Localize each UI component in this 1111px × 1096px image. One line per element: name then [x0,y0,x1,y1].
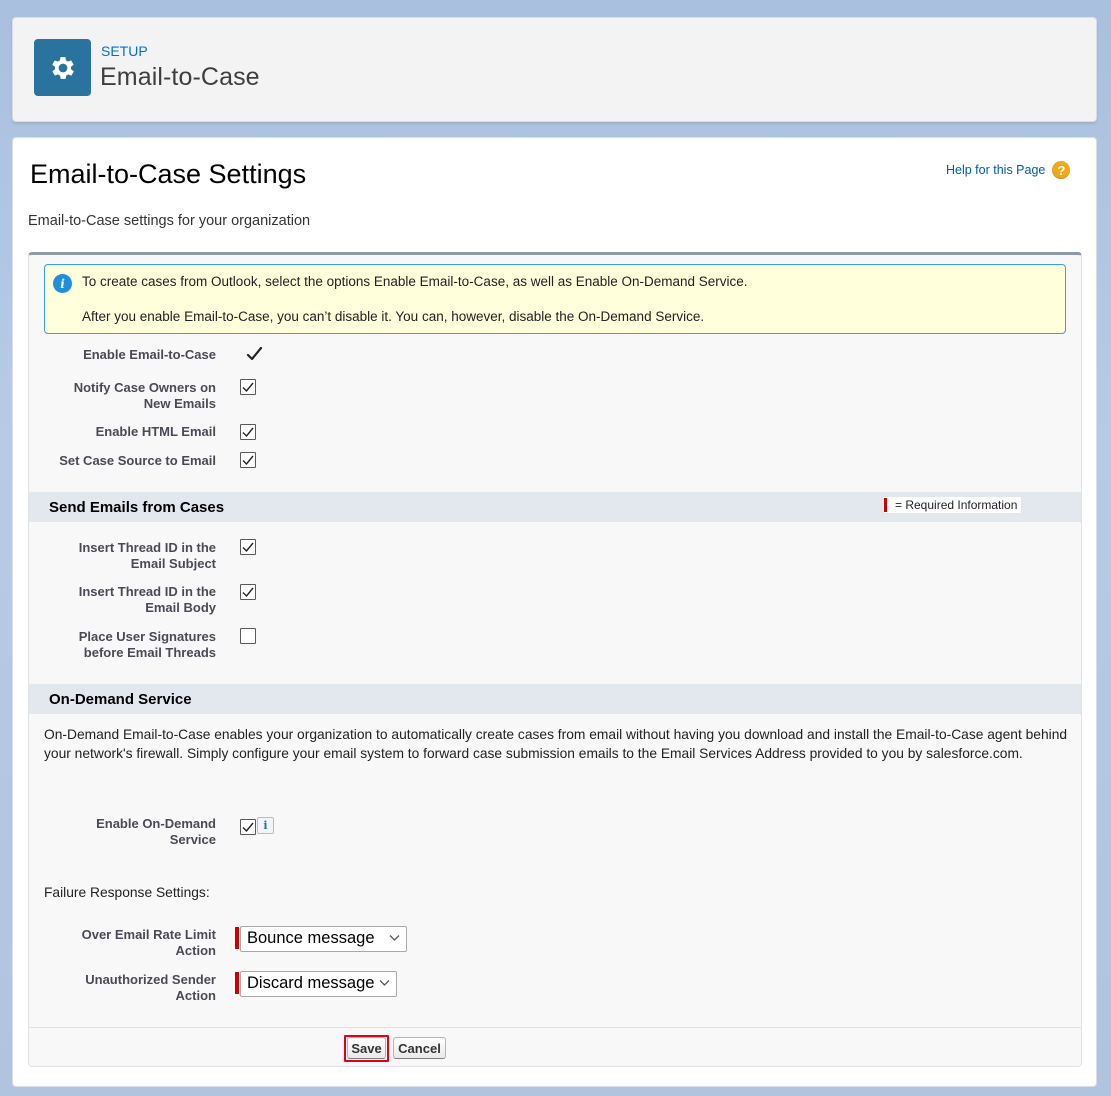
user-signatures-label-line2: before Email Threads [83,645,216,660]
thread-id-subject-checkbox[interactable] [240,539,256,555]
user-signatures-label: Place User Signatures before Email Threa… [29,629,216,661]
info-message: i To create cases from Outlook, select t… [44,264,1066,334]
send-emails-section-title: Send Emails from Cases [49,499,225,516]
thread-id-subject-label: Insert Thread ID in the Email Subject [29,540,216,572]
thread-id-body-label-line2: Email Body [145,600,216,615]
over-rate-limit-label-line2: Action [175,943,216,958]
notify-case-owners-checkbox[interactable] [240,379,256,395]
unauthorized-sender-select[interactable]: Discard message [240,971,397,997]
enable-html-email-checkbox[interactable] [240,424,256,440]
thread-id-body-checkbox[interactable] [240,584,256,600]
help-link[interactable]: Help for this Page ? [946,161,1071,179]
enable-html-email-label: Enable HTML Email [95,424,216,439]
enable-on-demand-label-line2: Service [169,832,216,847]
over-rate-limit-value: Bounce message [247,929,375,947]
page-header: SETUP Email-to-Case [12,17,1097,122]
failure-response-heading: Failure Response Settings: [44,885,210,900]
unauthorized-sender-label: Unauthorized Sender Action [29,972,216,1004]
over-rate-limit-label-line1: Over Email Rate Limit [81,927,216,942]
required-legend: = Required Information [884,497,1022,513]
cancel-button[interactable]: Cancel [393,1037,446,1059]
help-question-icon[interactable]: ? [1052,161,1071,179]
notify-case-owners-label-line2: New Emails [143,396,216,411]
button-row-divider [29,1027,1081,1028]
unauthorized-sender-label-line1: Unauthorized Sender [85,972,216,987]
thread-id-body-label-line1: Insert Thread ID in the [78,584,216,599]
save-button[interactable]: Save [347,1037,386,1059]
enable-email-to-case-label: Enable Email-to-Case [83,347,216,362]
enable-on-demand-checkbox[interactable] [240,819,256,835]
required-marker-icon [235,972,239,994]
user-signatures-label-line1: Place User Signatures [78,629,216,644]
required-marker-icon [235,927,239,949]
thread-id-body-label: Insert Thread ID in the Email Body [29,584,216,616]
on-demand-section-title: On-Demand Service [49,691,192,708]
info-line-1: To create cases from Outlook, select the… [82,274,748,289]
set-case-source-label: Set Case Source to Email [59,453,216,468]
main-content: Email-to-Case Settings Help for this Pag… [12,137,1097,1087]
notify-case-owners-label: Notify Case Owners on New Emails [29,380,216,412]
required-marker-icon [884,498,887,512]
enable-on-demand-label-line1: Enable On-Demand [96,816,216,831]
thread-id-subject-label-line1: Insert Thread ID in the [78,540,216,555]
unauthorized-sender-label-line2: Action [175,988,216,1003]
unauthorized-sender-value: Discard message [247,974,375,992]
set-case-source-checkbox[interactable] [240,452,256,468]
thread-id-subject-label-line2: Email Subject [130,556,216,571]
settings-block: i To create cases from Outlook, select t… [28,252,1082,1067]
chevron-down-icon [389,935,400,941]
enable-on-demand-label: Enable On-Demand Service [29,816,216,848]
header-title: Email-to-Case [100,63,260,91]
over-rate-limit-label: Over Email Rate Limit Action [29,927,216,959]
on-demand-info-icon[interactable]: i [257,817,274,834]
send-emails-section-header: Send Emails from Cases = Required Inform… [29,492,1081,522]
chevron-down-icon [379,980,390,986]
help-link-label[interactable]: Help for this Page [946,163,1045,177]
on-demand-section-header: On-Demand Service [29,684,1081,714]
required-legend-text: = Required Information [895,498,1018,512]
page-title: Email-to-Case Settings [30,159,307,189]
info-icon: i [53,274,72,293]
notify-case-owners-label-line1: Notify Case Owners on [73,380,216,395]
on-demand-description: On-Demand Email-to-Case enables your org… [44,727,1068,761]
gear-icon [34,39,91,96]
info-line-2: After you enable Email-to-Case, you can’… [82,309,705,324]
over-rate-limit-select[interactable]: Bounce message [240,926,407,952]
user-signatures-checkbox[interactable] [240,628,256,644]
enable-email-to-case-checkmark-icon [246,346,263,361]
page-description: Email-to-Case settings for your organiza… [28,213,311,229]
setup-breadcrumb[interactable]: SETUP [101,43,148,59]
